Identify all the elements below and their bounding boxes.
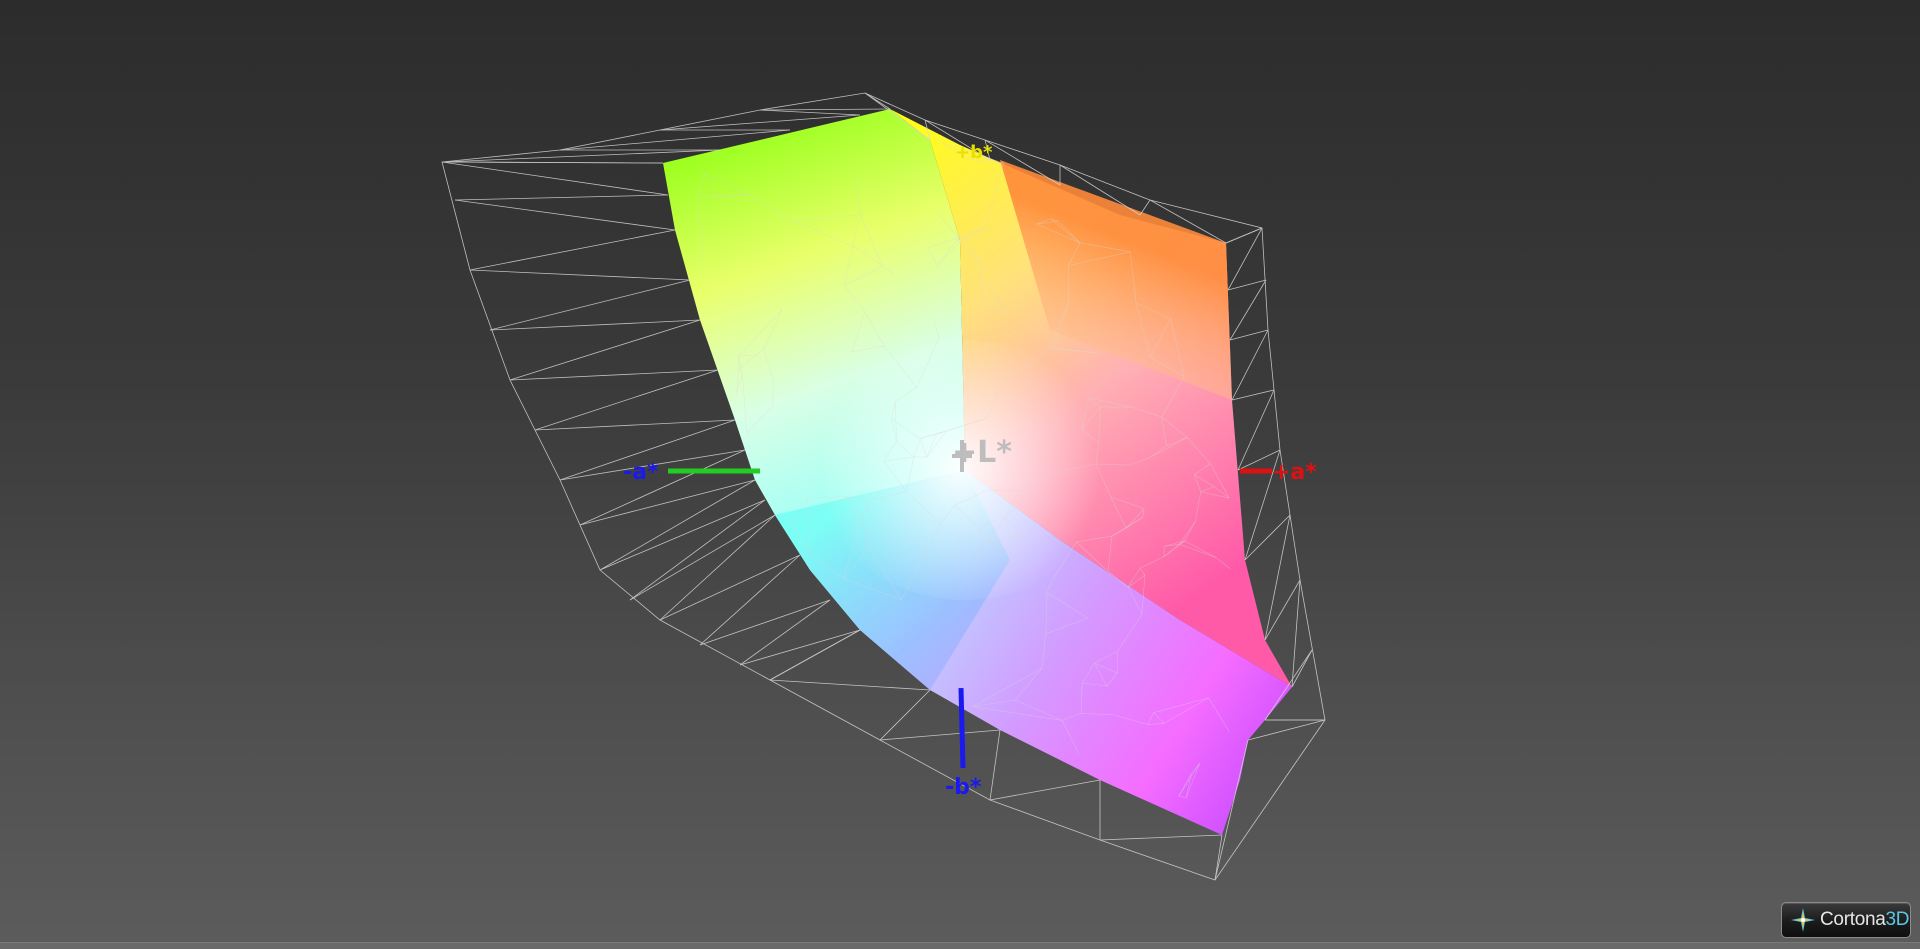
wireframe-edge — [699, 554, 801, 646]
wireframe-edge — [659, 554, 801, 621]
wireframe-edge — [509, 319, 701, 381]
wireframe-edge — [629, 499, 766, 601]
wireframe-edge — [1139, 199, 1151, 216]
wireframe-edge — [579, 449, 746, 526]
wireframe-edge — [759, 109, 861, 116]
wireframe-edge — [759, 108, 891, 111]
wireframe-edge — [534, 369, 719, 431]
wireframe-edge — [1099, 834, 1223, 841]
wireframe-edge — [1214, 834, 1223, 881]
wireframe-edge — [469, 269, 691, 281]
wireframe-edge — [534, 419, 736, 431]
axis-label-minus-a: -a* — [623, 460, 659, 485]
wireframe-edge — [1225, 227, 1263, 244]
wireframe-edge — [989, 779, 1101, 801]
wireframe-edge — [489, 319, 701, 331]
wireframe-edge — [509, 369, 719, 381]
wireframe-edge — [1291, 579, 1301, 688]
wireframe-edge — [1231, 389, 1275, 401]
wireframe-edge — [1227, 279, 1267, 291]
wireframe-edge — [1229, 279, 1267, 341]
wireframe-edge — [769, 629, 861, 681]
wireframe-edge — [659, 514, 776, 621]
wireframe-edge — [454, 199, 676, 231]
wireframe-edge — [739, 599, 831, 666]
axis-label-plus-b: +b* — [955, 142, 993, 163]
wireframe-edge — [879, 729, 1001, 741]
axis-minus-b-line — [958, 687, 966, 769]
wireframe-edge — [579, 479, 756, 526]
axis-label-plus-a: +a* — [1272, 460, 1317, 485]
cortona3d-logo[interactable]: Cortona3D — [1781, 902, 1911, 938]
wireframe-edge — [469, 229, 676, 271]
wireframe-edge — [489, 279, 691, 331]
wireframe-edge — [629, 514, 776, 601]
axis-label-plus-L: +L* — [952, 435, 1012, 470]
white-point-glow — [815, 340, 1115, 600]
wireframe-edge — [1291, 649, 1313, 688]
wireframe-edge — [1264, 579, 1301, 641]
wireframe-edge — [1237, 389, 1275, 471]
wireframe-edge — [1231, 329, 1269, 401]
wireframe-edge — [1227, 227, 1263, 291]
wireframe-edge — [1229, 329, 1269, 341]
wireframe-edge — [739, 629, 861, 666]
cortona-star-icon — [1791, 908, 1815, 932]
wireframe-edge — [989, 729, 1001, 801]
wireframe-edge — [441, 161, 664, 164]
wireframe-edge — [699, 599, 831, 646]
wireframe-edge — [769, 679, 931, 691]
wireframe-edge — [454, 194, 669, 201]
axis-label-minus-b: -b* — [945, 775, 982, 800]
wireframe-edge — [879, 689, 931, 741]
viewer-status-bar — [0, 942, 1920, 949]
gamut-3d-viewport[interactable]: +L* -a* +a* -b* +b* — [0, 0, 1920, 949]
wireframe-edge — [441, 161, 669, 196]
cortona3d-logo-text: Cortona3D — [1820, 909, 1910, 930]
wireframe-edge — [1264, 514, 1291, 641]
